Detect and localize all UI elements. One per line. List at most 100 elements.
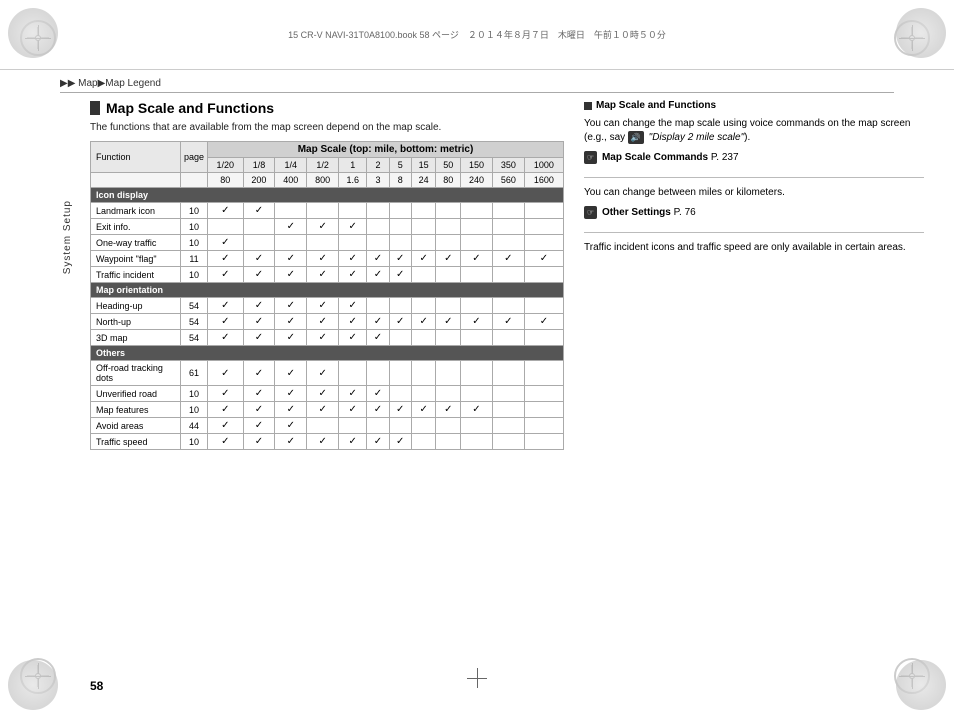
check-cell (243, 219, 275, 235)
large-circle-bl (8, 660, 58, 710)
table-row: Off-road tracking dots61✓✓✓✓ (91, 361, 564, 386)
check-cell: ✓ (243, 418, 275, 434)
right-panel-title: Map Scale and Functions (584, 100, 924, 111)
check-cell: ✓ (389, 314, 411, 330)
checkmark-icon: ✓ (221, 388, 229, 399)
checkmark-icon: ✓ (255, 404, 263, 415)
table-row: North-up54✓✓✓✓✓✓✓✓✓✓✓✓ (91, 314, 564, 330)
check-cell (411, 434, 436, 450)
check-cell (436, 418, 461, 434)
system-setup-label: System Setup (62, 200, 73, 274)
map-scale-header: Map Scale (top: mile, bottom: metric) (208, 142, 564, 158)
checkmark-icon: ✓ (396, 316, 404, 327)
check-cell: ✓ (307, 330, 339, 346)
checkmark-icon: ✓ (221, 436, 229, 447)
col-50: 50 (436, 158, 461, 173)
check-cell: ✓ (492, 251, 524, 267)
check-cell: ✓ (339, 314, 367, 330)
checkmark-icon: ✓ (444, 404, 452, 415)
check-cell (436, 298, 461, 314)
checkmark-icon: ✓ (221, 205, 229, 216)
check-cell (492, 386, 524, 402)
checkmark-icon: ✓ (287, 269, 295, 280)
check-cell: ✓ (275, 434, 307, 450)
check-cell (389, 330, 411, 346)
func-name: Waypoint "flag" (91, 251, 181, 267)
check-cell (436, 219, 461, 235)
check-cell: ✓ (208, 418, 243, 434)
checkmark-icon: ✓ (318, 368, 326, 379)
check-cell (492, 298, 524, 314)
check-cell: ✓ (339, 402, 367, 418)
check-cell: ✓ (367, 402, 389, 418)
table-row: Exit info.10✓✓✓ (91, 219, 564, 235)
checkmark-icon: ✓ (349, 269, 357, 280)
check-cell: ✓ (307, 267, 339, 283)
checkmark-icon: ✓ (318, 221, 326, 232)
check-cell: ✓ (461, 251, 493, 267)
check-cell (524, 267, 563, 283)
check-cell: ✓ (208, 298, 243, 314)
checkmark-icon: ✓ (221, 253, 229, 264)
check-cell: ✓ (367, 314, 389, 330)
check-cell (524, 402, 563, 418)
check-cell (492, 219, 524, 235)
check-cell: ✓ (436, 402, 461, 418)
check-cell: ✓ (208, 235, 243, 251)
check-cell (524, 418, 563, 434)
check-cell: ✓ (524, 251, 563, 267)
checkmark-icon: ✓ (374, 316, 382, 327)
check-cell (389, 203, 411, 219)
check-cell: ✓ (524, 314, 563, 330)
page-header: 15 CR-V NAVI-31T0A8100.book 58 ページ ２０１４年… (0, 0, 954, 70)
checkmark-icon: ✓ (374, 388, 382, 399)
check-cell: ✓ (339, 267, 367, 283)
checkmark-icon: ✓ (287, 253, 295, 264)
check-cell (339, 361, 367, 386)
right-panel-icon (584, 102, 592, 110)
col-1: 1 (339, 158, 367, 173)
header-text: 15 CR-V NAVI-31T0A8100.book 58 ページ ２０１４年… (288, 28, 666, 41)
check-cell: ✓ (339, 386, 367, 402)
check-cell (436, 386, 461, 402)
func-name: Traffic speed (91, 434, 181, 450)
checkmark-icon: ✓ (221, 300, 229, 311)
checkmark-icon: ✓ (444, 316, 452, 327)
col-1-8: 1/8 (243, 158, 275, 173)
checkmark-icon: ✓ (287, 332, 295, 343)
checkmark-icon: ✓ (221, 316, 229, 327)
check-cell: ✓ (243, 330, 275, 346)
check-cell (411, 203, 436, 219)
checkmark-icon: ✓ (349, 332, 357, 343)
check-cell (389, 235, 411, 251)
func-name: Landmark icon (91, 203, 181, 219)
check-cell: ✓ (436, 251, 461, 267)
check-cell (339, 418, 367, 434)
check-cell (524, 386, 563, 402)
checkmark-icon: ✓ (374, 404, 382, 415)
check-cell: ✓ (208, 267, 243, 283)
checkmark-icon: ✓ (221, 420, 229, 431)
checkmark-icon: ✓ (221, 332, 229, 343)
check-cell: ✓ (307, 361, 339, 386)
check-cell: ✓ (307, 298, 339, 314)
check-cell (436, 330, 461, 346)
breadcrumb-divider (60, 92, 894, 93)
check-cell (436, 203, 461, 219)
check-cell: ✓ (243, 203, 275, 219)
checkmark-icon: ✓ (287, 221, 295, 232)
check-cell: ✓ (367, 386, 389, 402)
check-cell (524, 330, 563, 346)
checkmark-icon: ✓ (318, 436, 326, 447)
check-cell: ✓ (275, 402, 307, 418)
check-cell (243, 235, 275, 251)
right-panel-miles-section: You can change between miles or kilomete… (584, 186, 924, 220)
check-cell (524, 361, 563, 386)
func-name: One-way traffic (91, 235, 181, 251)
check-cell: ✓ (243, 314, 275, 330)
check-cell (436, 361, 461, 386)
map-scale-table: Function page Map Scale (top: mile, bott… (90, 141, 564, 450)
page-number: 58 (90, 679, 103, 693)
checkmark-icon: ✓ (287, 316, 295, 327)
func-page: 10 (181, 386, 208, 402)
